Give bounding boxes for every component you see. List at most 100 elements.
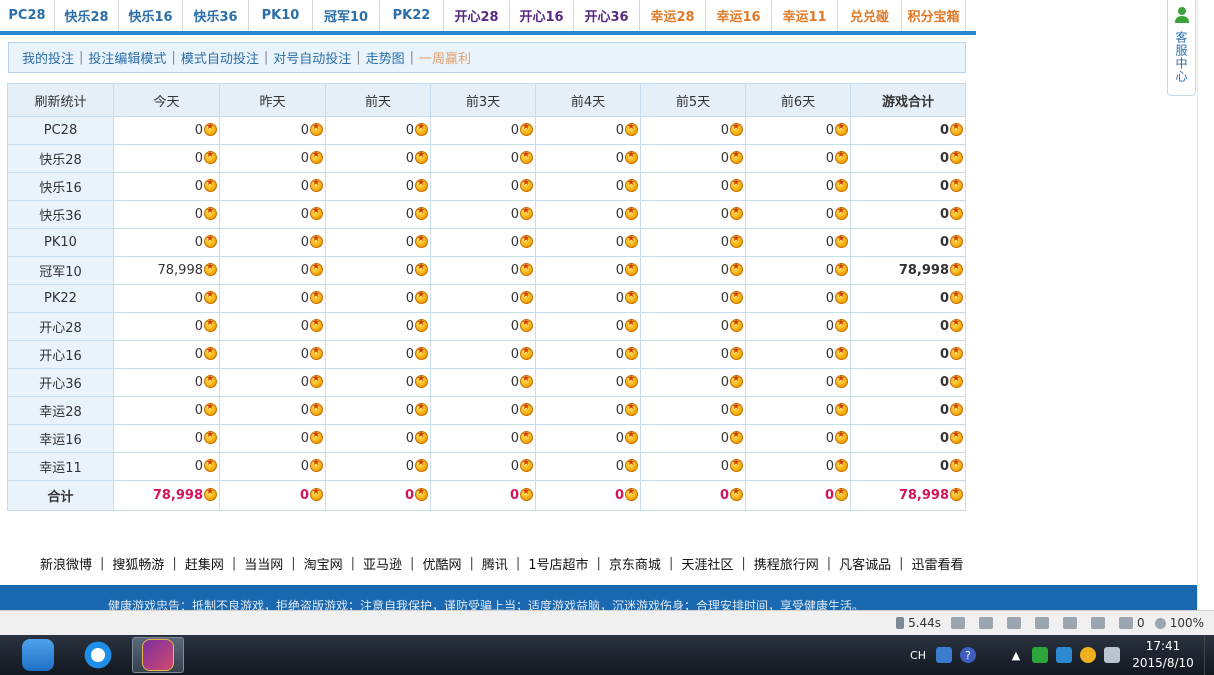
column-header: 今天: [113, 83, 220, 117]
coin-icon: [204, 430, 217, 444]
magnifier-icon: [1154, 617, 1166, 629]
value-text: 0: [720, 319, 729, 334]
tab-6[interactable]: PK22: [380, 0, 444, 31]
value-text: 0: [825, 151, 834, 166]
footer-link-1[interactable]: 搜狐畅游: [112, 554, 164, 573]
footer-link-0[interactable]: 新浪微博: [40, 554, 92, 573]
value-text: 0: [194, 375, 203, 390]
value-text: 0: [300, 347, 309, 362]
value-cell: 0: [325, 256, 431, 285]
footer-link-4[interactable]: 淘宝网: [304, 554, 343, 573]
coin-icon: [310, 374, 323, 388]
tab-2[interactable]: 快乐16: [119, 0, 183, 31]
tab-14[interactable]: 积分宝箱: [902, 0, 966, 31]
value-text: 0: [939, 319, 949, 334]
tab-10[interactable]: 幸运28: [640, 0, 706, 31]
tab-12[interactable]: 幸运11: [772, 0, 838, 31]
value-text: 0: [510, 179, 519, 194]
mute-tool[interactable]: [1007, 617, 1025, 629]
value-text: 0: [720, 403, 729, 418]
link-separator: |: [899, 556, 904, 571]
tab-8[interactable]: 开心16: [510, 0, 574, 31]
footer-link-6[interactable]: 优酷网: [422, 554, 461, 573]
subnav-link-5[interactable]: 一周赢利: [419, 48, 471, 67]
view-tool[interactable]: [1091, 617, 1109, 629]
browser-statusbar: 5.44s 0 100%: [0, 610, 1214, 635]
value-cell: 0: [325, 312, 431, 341]
tab-11[interactable]: 幸运16: [706, 0, 772, 31]
edit-tool[interactable]: [951, 617, 969, 629]
column-header: 前5天: [640, 83, 746, 117]
value-cell: 0: [430, 312, 536, 341]
tab-5[interactable]: 冠军10: [313, 0, 380, 31]
value-text: 0: [300, 179, 309, 194]
customer-service-widget[interactable]: 客服中心: [1167, 0, 1196, 96]
print-tool[interactable]: [1063, 617, 1081, 629]
footer-link-2[interactable]: 赶集网: [185, 554, 224, 573]
value-cell: 0: [325, 284, 431, 313]
value-cell: 0: [535, 396, 641, 425]
subnav-link-0[interactable]: 我的投注: [22, 48, 74, 67]
page-scrollbar[interactable]: [1197, 0, 1214, 608]
coin-icon: [415, 458, 428, 472]
value-cell: 0: [640, 284, 746, 313]
taskbar-app-baidu-cloud[interactable]: [12, 637, 64, 673]
value-cell: 0: [745, 144, 851, 173]
download-tool[interactable]: [979, 617, 997, 629]
value-text: 0: [194, 431, 203, 446]
security-icon[interactable]: [1056, 647, 1072, 663]
footer-link-7[interactable]: 腾讯: [482, 554, 508, 573]
value-text: 78,998: [898, 263, 949, 278]
subnav-link-2[interactable]: 模式自动投注: [181, 48, 259, 67]
tab-0[interactable]: PC28: [0, 0, 55, 31]
subnav-link-3[interactable]: 对号自动投注: [273, 48, 351, 67]
value-text: 0: [720, 179, 729, 194]
shield-green-icon[interactable]: [1032, 647, 1048, 663]
footer-link-9[interactable]: 京东商城: [609, 554, 661, 573]
menu-icon[interactable]: [984, 647, 1000, 663]
language-indicator[interactable]: CH: [908, 647, 928, 663]
tab-7[interactable]: 开心28: [444, 0, 510, 31]
footer-link-3[interactable]: 当当网: [244, 554, 283, 573]
help-icon[interactable]: ?: [960, 647, 976, 663]
tab-3[interactable]: 快乐36: [183, 0, 249, 31]
footer-link-13[interactable]: 迅雷看看: [912, 554, 964, 573]
coin-icon: [835, 346, 848, 360]
camera-tool[interactable]: [1035, 617, 1053, 629]
value-cell: 0: [430, 368, 536, 397]
value-cell: 0: [745, 172, 851, 201]
value-text: 0: [510, 459, 519, 474]
taskbar-app-lucky-game[interactable]: [132, 637, 184, 673]
network-icon[interactable]: [1104, 647, 1120, 663]
footer-link-8[interactable]: 1号店超市: [528, 554, 588, 573]
tab-1[interactable]: 快乐28: [55, 0, 119, 31]
value-text: 0: [300, 431, 309, 446]
value-cell: 0: [640, 424, 746, 453]
tab-13[interactable]: 兑兑碰: [838, 0, 902, 31]
value-text: 0: [300, 263, 309, 278]
subnav-link-1[interactable]: 投注编辑模式: [88, 48, 166, 67]
tab-4[interactable]: PK10: [249, 0, 313, 31]
footer-link-12[interactable]: 凡客诚品: [839, 554, 891, 573]
ime-icon[interactable]: [936, 647, 952, 663]
tab-9[interactable]: 开心36: [574, 0, 640, 31]
footer-link-10[interactable]: 天涯社区: [681, 554, 733, 573]
tray-clock[interactable]: 17:41 2015/8/10: [1128, 638, 1198, 672]
subnav-link-4[interactable]: 走势图: [366, 48, 405, 67]
tray-expand-icon[interactable]: ▲: [1008, 647, 1024, 663]
adblock-count[interactable]: 0: [1119, 616, 1145, 630]
taskbar-app-qq-browser[interactable]: [72, 637, 124, 673]
game-name-cell: 合计: [7, 480, 114, 511]
value-text: 0: [615, 179, 624, 194]
load-time[interactable]: 5.44s: [896, 616, 941, 630]
footer-link-11[interactable]: 携程旅行网: [754, 554, 819, 573]
value-text: 0: [825, 207, 834, 222]
qq-tray-icon[interactable]: [1080, 647, 1096, 663]
zoom-level[interactable]: 100%: [1154, 616, 1204, 630]
show-desktop-button[interactable]: [1204, 635, 1214, 675]
coin-icon: [204, 402, 217, 416]
coin-icon: [625, 458, 638, 472]
coin-icon: [730, 458, 743, 472]
footer-link-5[interactable]: 亚马逊: [363, 554, 402, 573]
value-cell: 0: [535, 256, 641, 285]
